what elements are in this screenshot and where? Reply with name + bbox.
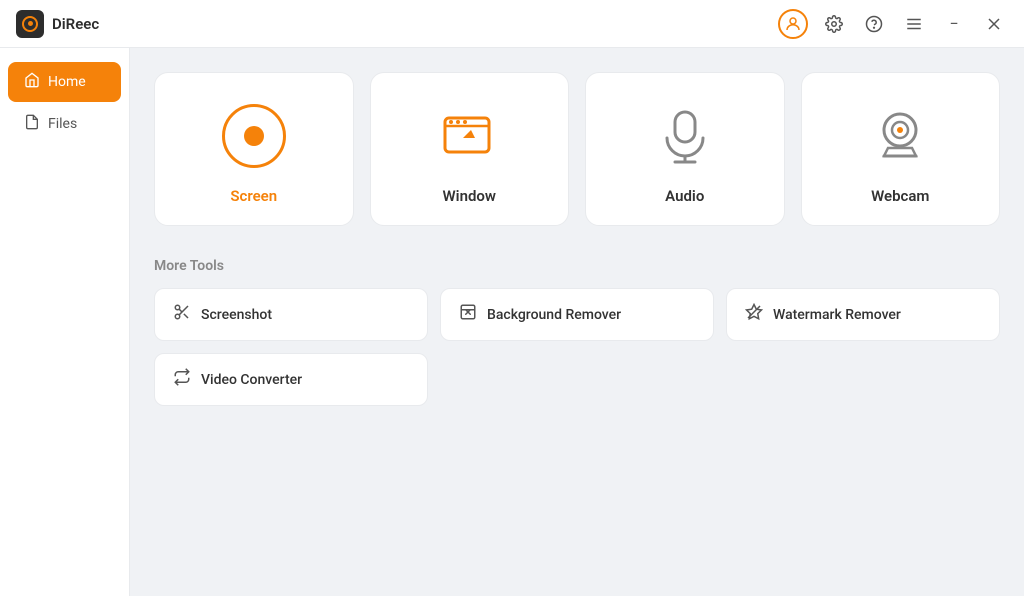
webcam-card[interactable]: Webcam (801, 72, 1001, 226)
sidebar: Home Files (0, 48, 130, 596)
background-remover-label: Background Remover (487, 307, 621, 323)
watermark-remover-label: Watermark Remover (773, 307, 901, 323)
audio-label: Audio (665, 187, 704, 205)
main-layout: Home Files Screen (0, 48, 1024, 596)
webcam-icon (868, 104, 932, 168)
minimize-button[interactable]: − (940, 10, 968, 38)
settings-icon[interactable] (820, 10, 848, 38)
watermark-remover-tool[interactable]: Watermark Remover (726, 288, 1000, 341)
app-logo (16, 10, 44, 38)
sidebar-files-label: Files (48, 116, 77, 132)
screen-label: Screen (230, 187, 277, 205)
scissors-icon (173, 303, 191, 326)
video-converter-icon (173, 368, 191, 391)
window-label: Window (443, 187, 496, 205)
window-icon-wrap (434, 101, 504, 171)
title-bar: DiReec (0, 0, 1024, 48)
close-button[interactable] (980, 10, 1008, 38)
sidebar-item-home[interactable]: Home (8, 62, 121, 102)
app-branding: DiReec (16, 10, 99, 38)
menu-icon[interactable] (900, 10, 928, 38)
background-remover-tool[interactable]: Background Remover (440, 288, 714, 341)
tools-row-1: Screenshot Background Remover (154, 288, 1000, 341)
files-icon (24, 114, 40, 134)
app-name: DiReec (52, 15, 99, 33)
watermark-remover-icon (745, 303, 763, 326)
webcam-icon-wrap (865, 101, 935, 171)
audio-icon-wrap (650, 101, 720, 171)
sidebar-item-files[interactable]: Files (8, 104, 121, 144)
recording-cards: Screen Window (154, 72, 1000, 226)
video-converter-tool[interactable]: Video Converter (154, 353, 428, 406)
tools-row-2: Video Converter (154, 353, 1000, 406)
more-tools-title: More Tools (154, 258, 1000, 274)
screenshot-tool[interactable]: Screenshot (154, 288, 428, 341)
help-icon[interactable] (860, 10, 888, 38)
background-remover-icon (459, 303, 477, 326)
screen-icon-wrap (219, 101, 289, 171)
more-tools-section: More Tools Screenshot (154, 258, 1000, 406)
content-area: Screen Window (130, 48, 1024, 596)
title-bar-controls: − (778, 9, 1008, 39)
window-card[interactable]: Window (370, 72, 570, 226)
screen-record-icon (222, 104, 286, 168)
window-icon (437, 104, 501, 168)
webcam-label: Webcam (871, 187, 929, 205)
screenshot-label: Screenshot (201, 307, 272, 323)
screen-card[interactable]: Screen (154, 72, 354, 226)
video-converter-label: Video Converter (201, 372, 302, 388)
sidebar-home-label: Home (48, 74, 86, 90)
home-icon (24, 72, 40, 92)
audio-card[interactable]: Audio (585, 72, 785, 226)
audio-icon (653, 104, 717, 168)
profile-icon[interactable] (778, 9, 808, 39)
